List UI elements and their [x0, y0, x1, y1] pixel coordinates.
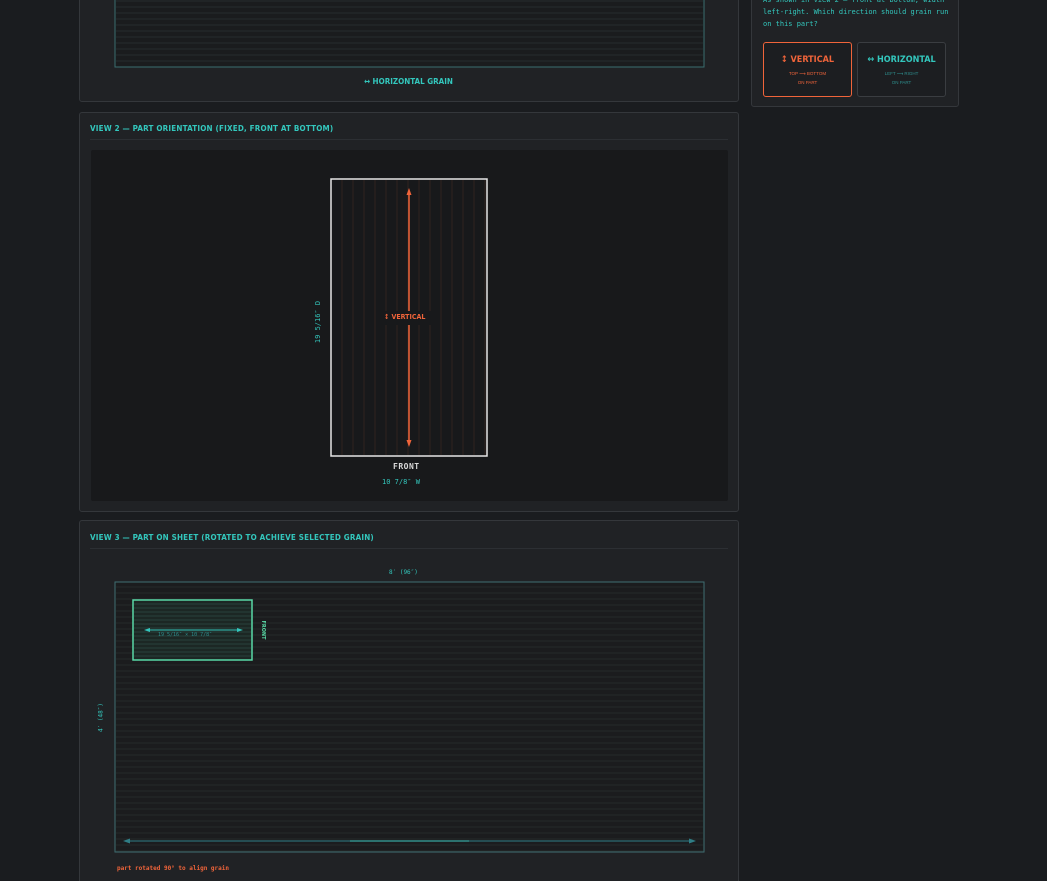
- view1-canvas: [91, 0, 728, 79]
- view1-sheet-svg: [114, 0, 705, 68]
- width-dimension: 10 7/8″ W: [382, 478, 420, 486]
- view2-part-svg: [330, 178, 488, 457]
- option-vertical-button[interactable]: ↕ VERTICAL TOP ⟶ BOTTOM ON PART: [763, 42, 852, 97]
- view2-panel: VIEW 2 — PART ORIENTATION (FIXED, FRONT …: [79, 112, 739, 512]
- sheet-height-label: 4′ (48″): [97, 703, 105, 732]
- view1-grain-label: ↔ HORIZONTAL GRAIN: [364, 77, 453, 86]
- arrow-head-bottom: [406, 440, 412, 447]
- horizontal-arrow-icon: ↔: [364, 77, 371, 86]
- grain-question-panel: As shown in View 2 — front at bottom, wi…: [751, 0, 959, 107]
- rotation-note: part rotated 90° to align grain: [117, 865, 229, 872]
- grain-tag: ↕ VERTICAL: [384, 313, 426, 321]
- option-horizontal-subtext: LEFT ⟶ RIGHT ON PART: [884, 71, 919, 85]
- arrow-head-top: [406, 188, 412, 195]
- depth-dimension: 19 5/16″ D: [314, 300, 322, 344]
- horizontal-arrow-icon: ↔: [867, 55, 875, 65]
- view2-canvas: ↕ VERTICAL FRONT 10 7/8″ W 19 5/16″ D: [91, 150, 728, 501]
- view3-panel: VIEW 3 — PART ON SHEET (ROTATED TO ACHIE…: [79, 520, 739, 881]
- divider: [90, 139, 728, 140]
- view1-panel: ↔ HORIZONTAL GRAIN: [79, 0, 739, 102]
- view2-title: VIEW 2 — PART ORIENTATION (FIXED, FRONT …: [90, 124, 334, 133]
- option-vertical-subtext: TOP ⟶ BOTTOM ON PART: [788, 71, 827, 85]
- grain-question: As shown in View 2 — front at bottom, wi…: [763, 0, 949, 28]
- part-front-label: FRONT: [260, 620, 266, 640]
- vertical-arrow-icon: ↕: [780, 55, 788, 65]
- sheet-width-label: 8′ (96″): [389, 569, 418, 576]
- front-label: FRONT: [393, 462, 420, 471]
- option-horizontal-button[interactable]: ↔ HORIZONTAL LEFT ⟶ RIGHT ON PART: [857, 42, 946, 97]
- part-dimension-label: 19 5/16″ × 10 7/8″: [158, 632, 213, 638]
